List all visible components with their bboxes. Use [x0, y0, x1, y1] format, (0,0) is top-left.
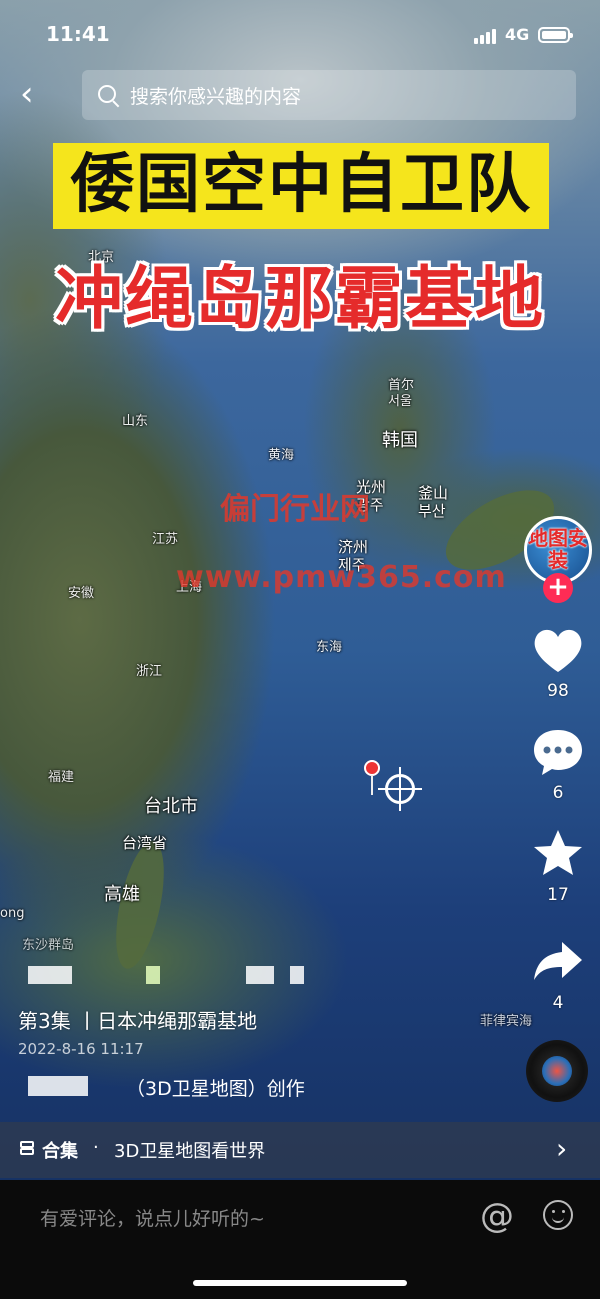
map-label-huanghai: 黄海	[268, 448, 295, 463]
map-label-shandong: 山东	[122, 414, 149, 429]
blurred-username-part	[246, 966, 274, 984]
status-bar: 11:41 4G	[0, 0, 600, 70]
map-label-kaohsiung: 高雄	[104, 884, 140, 905]
video-title-line2: 冲绳岛那霸基地	[54, 260, 545, 339]
map-label-taipei: 台北市	[144, 796, 198, 817]
watermark-url: www.pmw365.com	[176, 560, 507, 595]
music-disc-icon[interactable]	[526, 1040, 588, 1102]
like-count: 98	[547, 681, 569, 701]
emoji-icon[interactable]	[543, 1200, 573, 1230]
map-label-taiwan: 台湾省	[122, 834, 168, 852]
blurred-username-part	[28, 966, 72, 984]
creator-credit[interactable]: （3D卫星地图）创作	[126, 1074, 305, 1101]
map-label-philippine-sea: 菲律宾海	[480, 1014, 533, 1029]
map-label-zhejiang: 浙江	[136, 664, 163, 679]
map-label-jiangsu: 江苏	[152, 532, 179, 547]
map-label-anhui: 安徽	[68, 586, 95, 601]
video-player[interactable]: 北京 山东 黄海 江苏 上海 安徽 浙江 福建 东海 首尔 서울 韩国 光州 광…	[0, 0, 600, 1299]
collection-label: 合集	[42, 1141, 78, 1162]
video-title-line1: 倭国空中自卫队	[70, 148, 532, 222]
post-date: 2022-8-16 11:17	[18, 1040, 144, 1058]
avatar-text: 地图安装	[528, 526, 588, 572]
map-label-hongkong-partial: ong	[0, 906, 25, 921]
episode-caption: 第3集 丨日本冲绳那霸基地	[18, 1009, 258, 1033]
follow-plus-button[interactable]: +	[543, 573, 573, 603]
share-count: 4	[552, 993, 564, 1013]
location-pin-stem	[371, 775, 373, 795]
blurred-username-part	[290, 966, 304, 984]
share-arrow-icon[interactable]	[528, 930, 588, 990]
comment-count: 6	[552, 783, 564, 803]
home-indicator[interactable]	[193, 1280, 407, 1286]
blurred-creator-name	[28, 1076, 88, 1096]
like-heart-icon[interactable]	[528, 620, 588, 680]
mention-at-icon[interactable]: @	[480, 1196, 514, 1236]
search-icon	[98, 85, 116, 103]
blurred-username-part	[146, 966, 160, 984]
signal-strength-icon	[474, 28, 498, 44]
crosshair-target-icon	[378, 767, 422, 811]
watermark-text: 偏门行业网	[220, 492, 370, 527]
favorite-count: 17	[547, 885, 569, 905]
map-label-korea: 韩国	[382, 430, 418, 451]
back-arrow-icon[interactable]: ‹	[20, 77, 52, 111]
comment-bubble-icon[interactable]	[528, 722, 588, 782]
layers-icon	[20, 1141, 36, 1157]
network-type: 4G	[505, 25, 530, 44]
collection-separator: ·	[93, 1137, 99, 1158]
collection-name: 3D卫星地图看世界	[114, 1141, 266, 1162]
map-label-seoul-kr: 서울	[388, 394, 412, 409]
collection-bar[interactable]: 合集 · 3D卫星地图看世界 ›	[0, 1122, 600, 1178]
map-label-dongsha: 东沙群岛	[22, 938, 75, 953]
location-pin-icon	[364, 760, 380, 776]
status-time: 11:41	[46, 22, 110, 46]
battery-icon	[538, 27, 573, 43]
favorite-star-icon[interactable]	[528, 824, 588, 884]
search-placeholder: 搜索你感兴趣的内容	[130, 86, 302, 108]
comment-placeholder[interactable]: 有爱评论，说点儿好听的~	[40, 1204, 265, 1231]
video-title-banner-1: 倭国空中自卫队	[53, 143, 549, 229]
chevron-right-icon: ›	[556, 1132, 568, 1165]
map-label-busan-kr: 부산	[418, 502, 446, 520]
map-label-donghai: 东海	[316, 640, 343, 655]
video-title-banner-2: 冲绳岛那霸基地	[40, 250, 560, 350]
map-label-fujian: 福建	[48, 770, 75, 785]
search-bar[interactable]: 搜索你感兴趣的内容	[82, 70, 576, 120]
